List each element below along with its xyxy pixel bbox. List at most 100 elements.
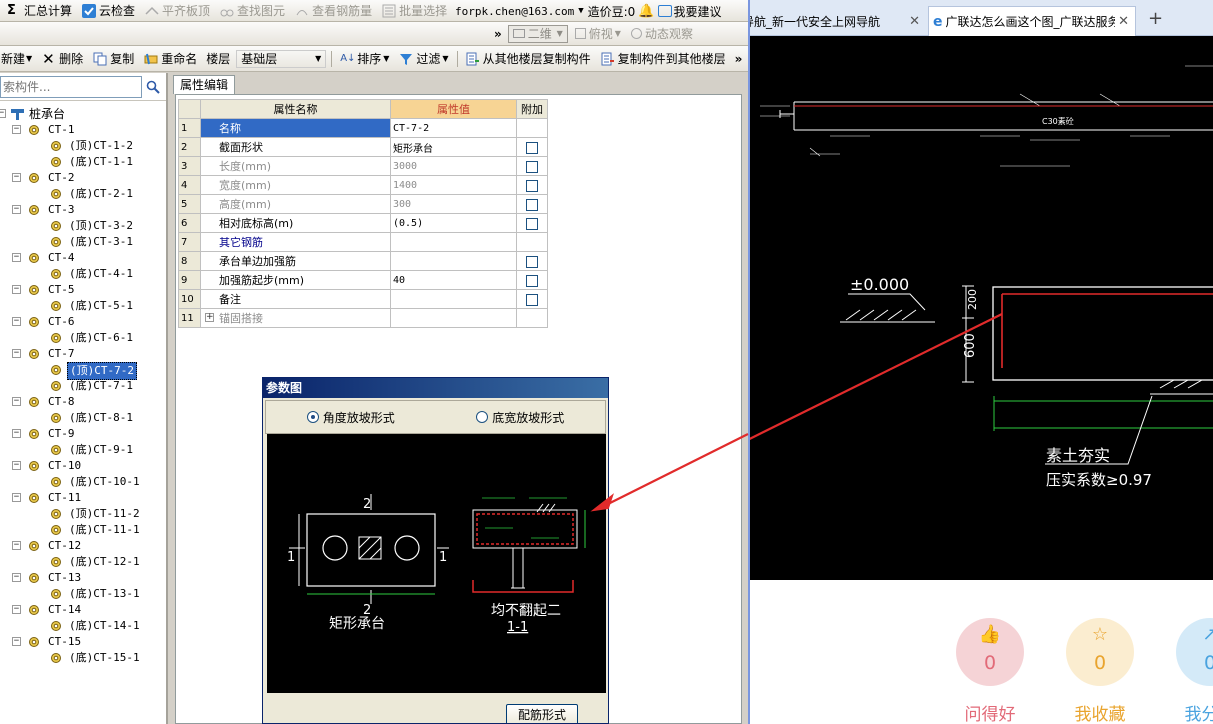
property-value-cell[interactable]	[390, 289, 517, 309]
tree-node-sub[interactable]: (底)CT-8-1	[0, 410, 166, 426]
collapse-icon[interactable]: −	[0, 109, 6, 118]
tab-property-edit[interactable]: 属性编辑	[173, 75, 236, 94]
collapse-icon[interactable]: −	[12, 637, 21, 646]
tree-root[interactable]: − 桩承台	[0, 106, 166, 122]
batch-select-button[interactable]: 批量选择	[377, 1, 452, 21]
search-button[interactable]	[142, 76, 164, 98]
tree-node-sub[interactable]: (顶)CT-11-2	[0, 506, 166, 522]
tree-node-sub[interactable]: (底)CT-14-1	[0, 618, 166, 634]
tree-node-sub[interactable]: (底)CT-12-1	[0, 554, 166, 570]
tree-node-sub[interactable]: (底)CT-1-1	[0, 154, 166, 170]
property-row[interactable]: 1 名称 CT-7-2	[178, 118, 548, 138]
new-button[interactable]: 新建 ▼	[0, 49, 37, 69]
find-element-button[interactable]: 查找图元	[215, 1, 290, 21]
property-row[interactable]: 11 + 锚固搭接	[178, 308, 548, 328]
property-row[interactable]: 5 高度(mm) 300	[178, 194, 548, 214]
extra-checkbox[interactable]	[526, 293, 538, 306]
property-row[interactable]: 9 加强筋起步(mm) 40	[178, 270, 548, 290]
tree-node-sub[interactable]: (底)CT-9-1	[0, 442, 166, 458]
tab-navigation[interactable]: 导航_新一代安全上网导航 ✕	[750, 6, 926, 36]
tree-node-cap[interactable]: − CT-13	[0, 570, 166, 586]
close-icon[interactable]: ✕	[909, 14, 920, 29]
extra-checkbox[interactable]	[526, 217, 538, 230]
collapse-icon[interactable]: −	[12, 461, 21, 470]
collapse-icon[interactable]: −	[12, 605, 21, 614]
tree-node-cap[interactable]: − CT-1	[0, 122, 166, 138]
tree-node-sub[interactable]: (底)CT-5-1	[0, 298, 166, 314]
extra-checkbox[interactable]	[526, 160, 538, 173]
flush-slab-top-button[interactable]: 平齐板顶	[140, 1, 215, 21]
collapse-icon[interactable]: −	[12, 493, 21, 502]
rename-button[interactable]: 重命名	[139, 49, 202, 69]
tree-node-cap[interactable]: − CT-8	[0, 394, 166, 410]
property-row[interactable]: 7 其它钢筋	[178, 232, 548, 252]
tree-node-sub[interactable]: (底)CT-11-1	[0, 522, 166, 538]
tree-node-cap[interactable]: − CT-7	[0, 346, 166, 362]
property-row[interactable]: 3 长度(mm) 3000	[178, 156, 548, 176]
angle-slope-radio[interactable]: 角度放坡形式	[306, 409, 395, 426]
new-tab-button[interactable]: +	[1148, 8, 1163, 29]
property-row[interactable]: 6 相对底标高(m) (0.5)	[178, 213, 548, 233]
filter-button[interactable]: 过滤 ▼	[394, 49, 453, 69]
extra-checkbox[interactable]	[526, 179, 538, 192]
tree-node-sub[interactable]: (底)CT-13-1	[0, 586, 166, 602]
property-value-cell[interactable]: 40	[390, 270, 517, 290]
tab-glodon-question[interactable]: e 广联达怎么画这个图_广联达服务 ✕	[928, 6, 1136, 36]
extra-checkbox[interactable]	[526, 141, 538, 154]
feedback-link[interactable]: 我要建议	[674, 3, 722, 20]
tree-node-sub[interactable]: (底)CT-10-1	[0, 474, 166, 490]
property-value-cell[interactable]	[390, 232, 517, 252]
toolbar-overflow-icon[interactable]: »	[490, 27, 506, 41]
collapse-icon[interactable]: −	[12, 573, 21, 582]
copy-from-floor-button[interactable]: 从其他楼层复制构件	[461, 49, 596, 69]
collapse-icon[interactable]: −	[12, 205, 21, 214]
extra-checkbox[interactable]	[526, 198, 538, 211]
property-value-cell[interactable]: (0.5)	[390, 213, 517, 233]
tree-node-sub[interactable]: (顶)CT-7-2	[0, 362, 166, 380]
collapse-icon[interactable]: −	[12, 125, 21, 134]
copy-to-floor-button[interactable]: 复制构件到其他楼层	[596, 49, 731, 69]
tree-node-sub[interactable]: (底)CT-3-1	[0, 234, 166, 250]
property-row[interactable]: 8 承台单边加强筋	[178, 251, 548, 271]
tree-node-cap[interactable]: − CT-2	[0, 170, 166, 186]
expand-icon[interactable]: +	[205, 313, 214, 322]
collapse-icon[interactable]: −	[12, 349, 21, 358]
view-mode-select[interactable]: 二维 ▼	[507, 24, 568, 43]
copy-button[interactable]: 复制	[88, 49, 139, 69]
collapse-icon[interactable]: −	[12, 285, 21, 294]
property-value-cell[interactable]	[390, 308, 517, 328]
collapse-icon[interactable]: −	[12, 173, 21, 182]
property-value-cell[interactable]: 矩形承台	[390, 137, 517, 157]
user-account[interactable]: forpk.chen@163.com	[455, 5, 574, 18]
tree-node-cap[interactable]: − CT-6	[0, 314, 166, 330]
action-star-button[interactable]: ☆ 0 我收藏	[1066, 618, 1134, 724]
tree-node-cap[interactable]: − CT-3	[0, 202, 166, 218]
top-view-button[interactable]: 俯视 ▼	[570, 24, 626, 44]
extra-checkbox[interactable]	[526, 255, 538, 268]
action-share-button[interactable]: ↗0我分享	[1176, 618, 1213, 724]
chevron-down-icon[interactable]: ▼	[578, 6, 583, 16]
tree-node-sub[interactable]: (底)CT-2-1	[0, 186, 166, 202]
tree-node-cap[interactable]: − CT-14	[0, 602, 166, 618]
tree-node-sub[interactable]: (顶)CT-1-2	[0, 138, 166, 154]
tree-node-cap[interactable]: − CT-4	[0, 250, 166, 266]
rebar-form-button[interactable]: 配筋形式	[506, 704, 578, 723]
summary-calc-button[interactable]: Σ 汇总计算	[2, 1, 77, 21]
view-rebar-qty-button[interactable]: 查看钢筋量	[290, 1, 377, 21]
action-thumbs-up-button[interactable]: 👍 0 问得好	[956, 618, 1024, 724]
tree-node-cap[interactable]: − CT-15	[0, 634, 166, 650]
collapse-icon[interactable]: −	[12, 317, 21, 326]
tree-node-cap[interactable]: − CT-12	[0, 538, 166, 554]
toolbar-overflow-icon[interactable]: »	[731, 52, 747, 66]
sort-button[interactable]: A↓ 排序 ▼	[335, 49, 394, 69]
tree-node-cap[interactable]: − CT-5	[0, 282, 166, 298]
collapse-icon[interactable]: −	[12, 429, 21, 438]
property-value-cell[interactable]	[390, 251, 517, 271]
floor-select[interactable]: 基础层 ▼	[236, 49, 327, 68]
component-search-input[interactable]	[0, 75, 142, 98]
property-value-cell[interactable]: 3000	[390, 156, 517, 176]
collapse-icon[interactable]: −	[12, 541, 21, 550]
property-row[interactable]: 10 备注	[178, 289, 548, 309]
extra-checkbox[interactable]	[526, 274, 538, 287]
close-icon[interactable]: ✕	[1115, 14, 1129, 29]
